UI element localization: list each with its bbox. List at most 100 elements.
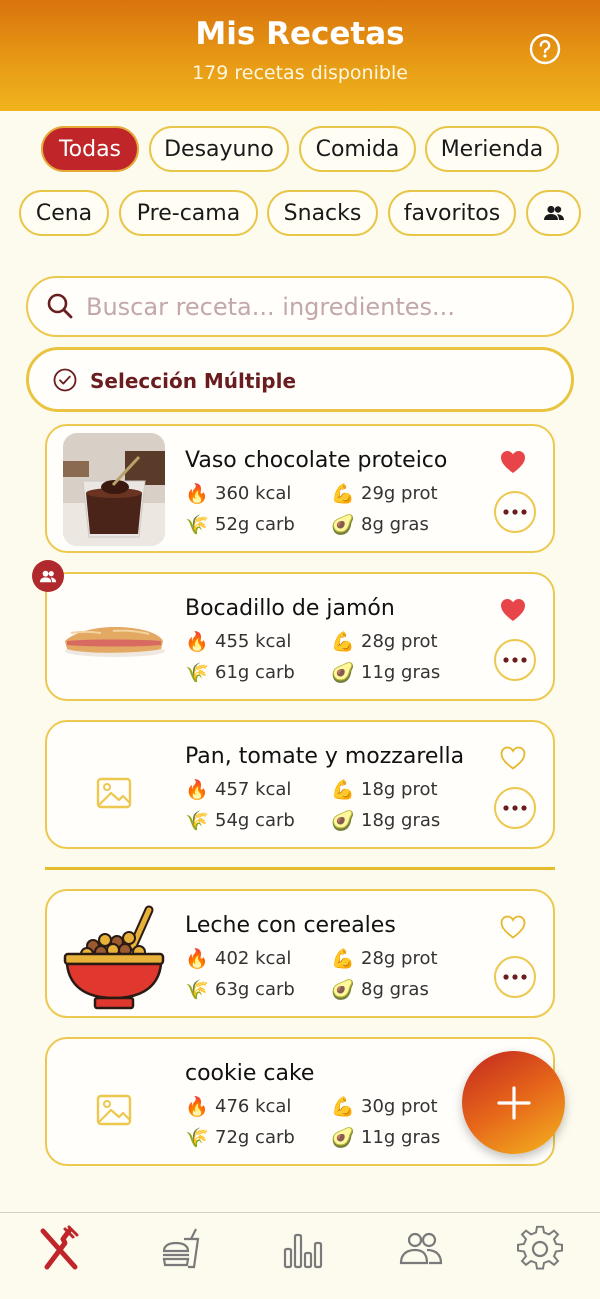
calories-stat: 🔥 402 kcal: [185, 947, 291, 970]
fat-value: 11g gras: [361, 662, 441, 683]
shared-recipe-badge: [32, 560, 64, 592]
fire-icon: 🔥: [185, 948, 209, 970]
plus-icon: [496, 1085, 531, 1120]
protein-stat: 💪 28g prot: [331, 947, 438, 970]
section-divider: [45, 867, 555, 870]
grain-icon: 🌾: [185, 662, 209, 684]
recipe-image: [63, 581, 165, 694]
calories-value: 360 kcal: [215, 483, 292, 504]
more-options-button[interactable]: [494, 956, 536, 998]
protein-value: 18g prot: [361, 779, 438, 800]
tab-settings[interactable]: [516, 1225, 564, 1273]
fat-stat: 🥑 8g gras: [331, 513, 429, 536]
avocado-icon: 🥑: [331, 662, 355, 684]
people-icon: [543, 205, 564, 220]
search-input[interactable]: Buscar receta... ingredientes...: [86, 293, 455, 321]
tab-meals[interactable]: [156, 1225, 204, 1273]
recipe-name: Vaso chocolate proteico: [185, 448, 448, 473]
carbs-value: 72g carb: [215, 1127, 295, 1148]
ellipsis-icon: [503, 974, 527, 980]
more-options-button[interactable]: [494, 787, 536, 829]
fire-icon: 🔥: [185, 1096, 209, 1118]
check-circle-icon: [53, 368, 77, 392]
carbs-value: 61g carb: [215, 662, 295, 683]
filter-chip-label: Todas: [58, 136, 122, 162]
fast-food-icon: [162, 1228, 200, 1269]
protein-value: 28g prot: [361, 631, 438, 652]
recipe-image: [63, 433, 165, 546]
search-bar[interactable]: Buscar receta... ingredientes...: [26, 276, 574, 337]
multi-select-button[interactable]: Selección Múltiple: [26, 347, 574, 412]
filter-chip-desayuno[interactable]: Desayuno: [149, 126, 289, 172]
heart-outline-icon[interactable]: [499, 913, 527, 941]
flexed-bicep-icon: 💪: [331, 483, 355, 505]
more-options-button[interactable]: [494, 639, 536, 681]
fat-value: 11g gras: [361, 1127, 441, 1148]
question-circle-icon: [529, 33, 561, 65]
recipe-card[interactable]: Leche con cereales 🔥 402 kcal 💪 28g prot 🌾…: [45, 889, 555, 1018]
fat-stat: 🥑 18g gras: [331, 809, 440, 832]
calories-value: 476 kcal: [215, 1096, 292, 1117]
bottom-tab-bar: [0, 1212, 600, 1299]
recipe-image-placeholder: [63, 1046, 165, 1159]
fire-icon: 🔥: [185, 779, 209, 801]
filter-chip-comida[interactable]: Comida: [299, 126, 416, 172]
carbs-value: 63g carb: [215, 979, 295, 1000]
recipe-name: cookie cake: [185, 1061, 315, 1086]
filter-chip-label: Comida: [315, 136, 400, 162]
grain-icon: 🌾: [185, 1127, 209, 1149]
filter-chip-todas[interactable]: Todas: [41, 126, 139, 172]
avocado-icon: 🥑: [331, 979, 355, 1001]
protein-stat: 💪 30g prot: [331, 1095, 438, 1118]
recipe-card[interactable]: Vaso chocolate proteico 🔥 360 kcal 💪 29g p…: [45, 424, 555, 553]
fat-value: 8g gras: [361, 979, 429, 1000]
recipe-card[interactable]: Bocadillo de jamón 🔥 455 kcal 💪 28g prot 🌾…: [45, 572, 555, 701]
heart-outline-icon[interactable]: [499, 744, 527, 772]
ellipsis-icon: [503, 509, 527, 515]
filter-chip-snacks[interactable]: Snacks: [267, 190, 378, 236]
heart-filled-icon[interactable]: [499, 596, 527, 624]
recipe-name: Bocadillo de jamón: [185, 596, 395, 621]
fork-knife-icon: [40, 1225, 79, 1270]
carbs-stat: 🌾 54g carb: [185, 809, 295, 832]
avocado-icon: 🥑: [331, 1127, 355, 1149]
recipe-count: 179 recetas disponible: [192, 62, 408, 84]
gear-icon: [517, 1225, 563, 1270]
filter-chip-cena[interactable]: Cena: [19, 190, 109, 236]
recipe-name: Pan, tomate y mozzarella: [185, 744, 465, 769]
filter-chip-label: Cena: [35, 200, 93, 226]
filter-chip-label: favoritos: [403, 200, 501, 226]
filter-chip-favoritos[interactable]: favoritos: [388, 190, 516, 236]
multi-select-label: Selección Múltiple: [90, 369, 297, 393]
tab-community[interactable]: [397, 1225, 445, 1273]
tab-recipes[interactable]: [35, 1225, 83, 1273]
grain-icon: 🌾: [185, 810, 209, 832]
avocado-icon: 🥑: [331, 810, 355, 832]
fat-stat: 🥑 11g gras: [331, 661, 440, 684]
filter-chip-pre-cama[interactable]: Pre-cama: [119, 190, 258, 236]
calories-stat: 🔥 476 kcal: [185, 1095, 291, 1118]
filter-chip-merienda[interactable]: Merienda: [425, 126, 559, 172]
calories-value: 457 kcal: [215, 779, 292, 800]
recipe-card[interactable]: Pan, tomate y mozzarella 🔥 457 kcal 💪 18g …: [45, 720, 555, 849]
fat-value: 18g gras: [361, 810, 441, 831]
flexed-bicep-icon: 💪: [331, 779, 355, 801]
calories-stat: 🔥 455 kcal: [185, 630, 291, 653]
add-recipe-button[interactable]: [462, 1051, 565, 1154]
filter-chip-label: Merienda: [440, 136, 544, 162]
tab-stats[interactable]: [277, 1225, 325, 1273]
image-placeholder-icon: [96, 1094, 132, 1126]
carbs-stat: 🌾 72g carb: [185, 1126, 295, 1149]
page-title: Mis Recetas: [195, 16, 405, 52]
heart-filled-icon[interactable]: [499, 448, 527, 476]
filter-chip-label: Snacks: [283, 200, 362, 226]
filter-chip-label: Pre-cama: [136, 200, 241, 226]
help-button[interactable]: [529, 33, 561, 65]
flexed-bicep-icon: 💪: [331, 631, 355, 653]
protein-value: 29g prot: [361, 483, 438, 504]
users-icon: [399, 1232, 443, 1265]
filter-chip-shared[interactable]: [526, 190, 581, 236]
fat-stat: 🥑 11g gras: [331, 1126, 440, 1149]
people-icon: [39, 570, 57, 582]
more-options-button[interactable]: [494, 491, 536, 533]
